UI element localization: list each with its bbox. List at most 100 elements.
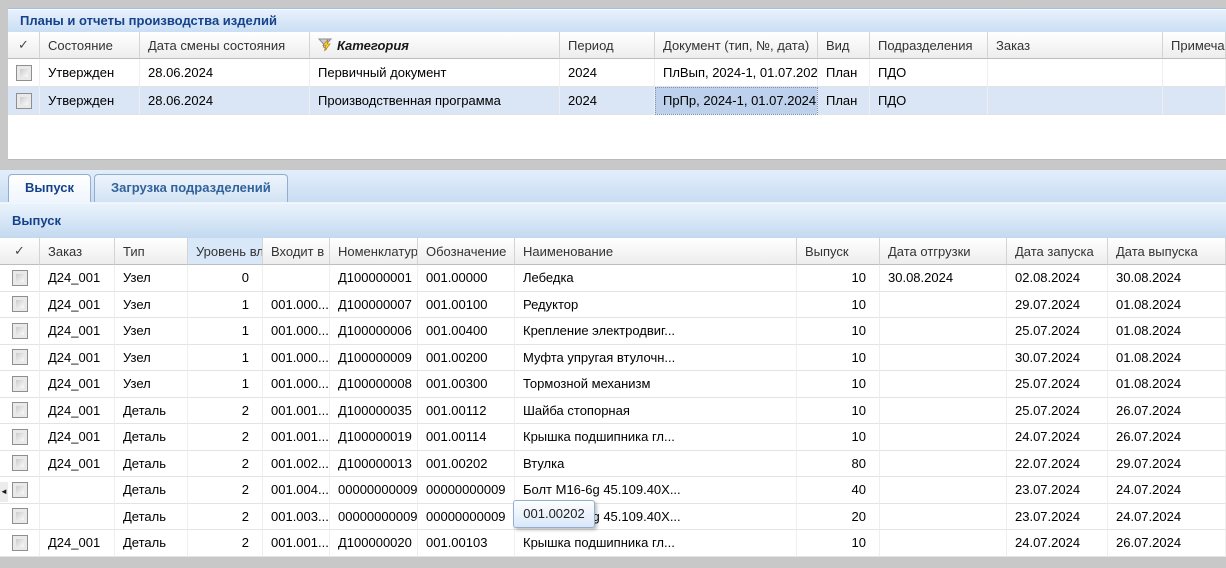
cell-launch-date[interactable]: 30.07.2024 <box>1007 345 1108 372</box>
cell-designation[interactable]: 001.00103 <box>418 530 515 557</box>
cell-nomenclature[interactable]: Д100000006 <box>330 318 418 345</box>
cell-state[interactable]: Утвержден <box>40 87 140 115</box>
table-row[interactable]: Д24_001Деталь2001.001...Д100000035001.00… <box>0 398 1226 425</box>
cell-nomenclature[interactable]: 00000000009 <box>330 477 418 504</box>
column-header-name[interactable]: Наименование <box>515 238 797 265</box>
cell-designation[interactable]: 001.00300 <box>418 371 515 398</box>
cell-state-date[interactable]: 28.06.2024 <box>140 87 310 115</box>
cell-name[interactable]: Лебедка <box>515 265 797 292</box>
cell-designation[interactable]: 001.00200 <box>418 345 515 372</box>
cell-designation[interactable]: 001.00000 <box>418 265 515 292</box>
cell-level[interactable]: 1 <box>188 371 263 398</box>
cell-launch-date[interactable]: 22.07.2024 <box>1007 451 1108 478</box>
cell-level[interactable]: 2 <box>188 424 263 451</box>
cell-ship-date[interactable] <box>880 424 1007 451</box>
column-header-order[interactable]: Заказ <box>988 32 1163 59</box>
cell-order[interactable]: Д24_001 <box>40 451 115 478</box>
cell-release-date[interactable]: 01.08.2024 <box>1108 345 1226 372</box>
cell-nomenclature[interactable]: Д100000008 <box>330 371 418 398</box>
cell-name[interactable]: Редуктор <box>515 292 797 319</box>
table-row[interactable]: Утвержден28.06.2024Первичный документ202… <box>8 59 1226 87</box>
cell-order[interactable]: Д24_001 <box>40 318 115 345</box>
column-header-check[interactable]: ✓ <box>0 238 40 265</box>
cell-release-date[interactable]: 26.07.2024 <box>1108 530 1226 557</box>
cell-launch-date[interactable]: 24.07.2024 <box>1007 530 1108 557</box>
cell-check[interactable] <box>0 345 40 372</box>
cell-level[interactable]: 1 <box>188 292 263 319</box>
cell-check[interactable] <box>8 87 40 115</box>
cell-level[interactable]: 2 <box>188 530 263 557</box>
cell-release-date[interactable]: 29.07.2024 <box>1108 451 1226 478</box>
cell-name[interactable]: Крепление электродвиг... <box>515 318 797 345</box>
cell-launch-date[interactable]: 29.07.2024 <box>1007 292 1108 319</box>
cell-name[interactable]: Втулка <box>515 451 797 478</box>
column-header-state[interactable]: Состояние <box>40 32 140 59</box>
table-row[interactable]: Д24_001Узел1001.000...Д100000006001.0040… <box>0 318 1226 345</box>
cell-output[interactable]: 10 <box>797 398 880 425</box>
column-header-departments[interactable]: Подразделения <box>870 32 988 59</box>
cell-category[interactable]: Первичный документ <box>310 59 560 87</box>
cell-nomenclature[interactable]: Д100000013 <box>330 451 418 478</box>
table-row[interactable]: Д24_001Узел1001.000...Д100000007001.0010… <box>0 292 1226 319</box>
table-row[interactable]: Д24_001Деталь2001.002...Д100000013001.00… <box>0 451 1226 478</box>
cell-order[interactable] <box>988 87 1163 115</box>
cell-kind[interactable]: План <box>818 59 870 87</box>
cell-level[interactable]: 2 <box>188 398 263 425</box>
table-row[interactable]: Деталь2001.004...0000000000900000000009Б… <box>0 477 1226 504</box>
cell-launch-date[interactable]: 25.07.2024 <box>1007 371 1108 398</box>
cell-output[interactable]: 10 <box>797 371 880 398</box>
cell-name[interactable]: Муфта упругая втулочн... <box>515 345 797 372</box>
column-header-parent[interactable]: Входит в <box>263 238 330 265</box>
cell-ship-date[interactable] <box>880 504 1007 531</box>
cell-departments[interactable]: ПДО <box>870 59 988 87</box>
cell-ship-date[interactable] <box>880 477 1007 504</box>
column-header-period[interactable]: Период <box>560 32 655 59</box>
cell-type[interactable]: Узел <box>115 371 188 398</box>
column-header-order[interactable]: Заказ <box>40 238 115 265</box>
cell-release-date[interactable]: 01.08.2024 <box>1108 371 1226 398</box>
cell-release-date[interactable]: 30.08.2024 <box>1108 265 1226 292</box>
cell-type[interactable]: Деталь <box>115 398 188 425</box>
cell-order[interactable]: Д24_001 <box>40 345 115 372</box>
column-header-output[interactable]: Выпуск <box>797 238 880 265</box>
column-header-kind[interactable]: Вид <box>818 32 870 59</box>
cell-release-date[interactable]: 26.07.2024 <box>1108 398 1226 425</box>
cell-parent[interactable]: 001.002... <box>263 451 330 478</box>
column-header-document[interactable]: Документ (тип, №, дата) <box>655 32 818 59</box>
column-header-ship-date[interactable]: Дата отгрузки <box>880 238 1007 265</box>
cell-level[interactable]: 1 <box>188 318 263 345</box>
table-row[interactable]: Д24_001Деталь2001.001...Д100000020001.00… <box>0 530 1226 557</box>
cell-check[interactable] <box>0 398 40 425</box>
cell-type[interactable]: Узел <box>115 318 188 345</box>
cell-order[interactable] <box>40 504 115 531</box>
table-row[interactable]: Д24_001Деталь2001.001...Д100000019001.00… <box>0 424 1226 451</box>
row-checkbox[interactable] <box>12 429 28 445</box>
cell-ship-date[interactable] <box>880 451 1007 478</box>
cell-output[interactable]: 10 <box>797 345 880 372</box>
cell-order[interactable]: Д24_001 <box>40 530 115 557</box>
cell-type[interactable]: Деталь <box>115 451 188 478</box>
cell-ship-date[interactable] <box>880 318 1007 345</box>
splitter-collapse-button[interactable]: ◄ <box>0 482 8 502</box>
cell-level[interactable]: 2 <box>188 477 263 504</box>
cell-level[interactable]: 1 <box>188 345 263 372</box>
cell-state[interactable]: Утвержден <box>40 59 140 87</box>
cell-check[interactable] <box>0 292 40 319</box>
column-header-note[interactable]: Примеча <box>1163 32 1226 59</box>
cell-type[interactable]: Деталь <box>115 504 188 531</box>
cell-order[interactable]: Д24_001 <box>40 371 115 398</box>
cell-check[interactable] <box>0 318 40 345</box>
cell-release-date[interactable]: 26.07.2024 <box>1108 424 1226 451</box>
column-header-designation[interactable]: Обозначение <box>418 238 515 265</box>
cell-order[interactable]: Д24_001 <box>40 398 115 425</box>
cell-order[interactable]: Д24_001 <box>40 292 115 319</box>
row-checkbox[interactable] <box>12 402 28 418</box>
cell-launch-date[interactable]: 02.08.2024 <box>1007 265 1108 292</box>
cell-type[interactable]: Деталь <box>115 530 188 557</box>
cell-state-date[interactable]: 28.06.2024 <box>140 59 310 87</box>
cell-order[interactable]: Д24_001 <box>40 424 115 451</box>
table-row[interactable]: Деталь2001.003...0000000000900000000009Б… <box>0 504 1226 531</box>
cell-period[interactable]: 2024 <box>560 87 655 115</box>
cell-parent[interactable]: 001.003... <box>263 504 330 531</box>
cell-launch-date[interactable]: 25.07.2024 <box>1007 318 1108 345</box>
